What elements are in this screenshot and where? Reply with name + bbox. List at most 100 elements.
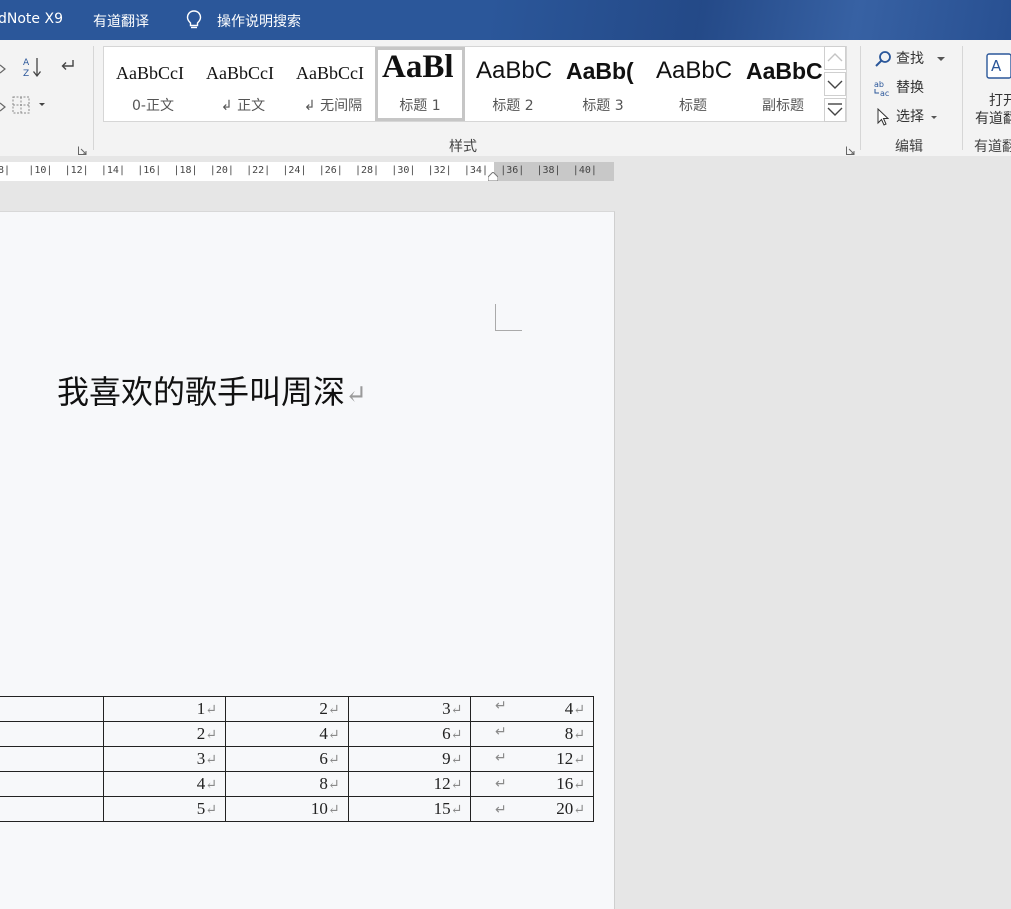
sort-icon[interactable]: A Z: [22, 55, 44, 83]
tab-youdao-translate[interactable]: 有道翻译: [93, 11, 149, 31]
svg-text:ac: ac: [880, 89, 889, 97]
style-preview: AaBbC: [746, 58, 823, 84]
table-cell[interactable]: 12↵: [470, 746, 594, 772]
table-cell[interactable]: [0, 796, 104, 822]
table-cell[interactable]: 8↵: [225, 771, 349, 797]
table-cell[interactable]: 15↵: [347, 796, 472, 822]
table-cell[interactable]: 20 ↵: [470, 796, 594, 822]
document-page[interactable]: 我喜欢的歌手叫周深↵ 1↵ 2↵ 3↵ 4↵ 2↵ 4↵ 6↵ 8↵ 3↵ 6↵ 9↵ 12↵ 4↵ 8↵…: [0, 211, 615, 909]
ribbon-separator: [860, 46, 861, 150]
indent-arrow-icon[interactable]: [0, 98, 8, 117]
end-of-row-mark-icon: ↵: [495, 724, 507, 740]
select-button[interactable]: 选择: [874, 106, 942, 126]
style-item-no-spacing[interactable]: AaBbCcI ↲ 无间隔: [288, 47, 378, 121]
table-cell[interactable]: 4↵: [225, 721, 349, 747]
table-cell[interactable]: 12↵: [347, 771, 472, 797]
table-cell[interactable]: 5↵: [102, 796, 227, 822]
table-cell[interactable]: 1↵: [102, 696, 227, 722]
style-preview: AaBbC: [476, 57, 553, 84]
ruler-tick-label: |30|: [391, 165, 416, 176]
document-title-text: 我喜欢的歌手叫周深: [57, 373, 346, 411]
cursor-arrow-icon: [877, 107, 890, 126]
ruler-tick-label: |32|: [427, 165, 452, 176]
table-cell-value: 20: [556, 799, 574, 818]
style-name: 标题: [679, 98, 707, 114]
end-of-row-mark-icon: ↵: [495, 802, 507, 818]
end-of-cell-mark-icon: ↵: [450, 728, 463, 743]
paragraph-dialog-launcher-icon[interactable]: [78, 140, 87, 155]
table-cell[interactable]: 16↵: [470, 771, 594, 797]
table-cell-value: 9: [442, 749, 451, 768]
table-cell-value: 4: [196, 774, 206, 793]
document-title[interactable]: 我喜欢的歌手叫周深↵: [57, 367, 367, 413]
style-item-normal-0[interactable]: AaBbCcI 0-正文: [108, 47, 198, 121]
show-formatting-icon[interactable]: [58, 57, 76, 79]
ruler-tick-label: |16|: [137, 165, 162, 176]
style-item-heading-1[interactable]: AaBl 标题 1: [375, 47, 465, 121]
borders-icon[interactable]: [12, 96, 48, 118]
bullet-arrow-icon[interactable]: [0, 60, 8, 79]
style-preview: AaBb(: [566, 58, 634, 84]
table-cell-value: 2: [319, 699, 328, 718]
table-cell[interactable]: 6↵: [347, 721, 472, 747]
style-item-heading-3[interactable]: AaBb( 标题 3: [558, 47, 648, 121]
ruler-tick-label: |38|: [536, 165, 561, 176]
style-item-subtitle[interactable]: AaBbC 副标题: [738, 47, 828, 121]
title-bar-decoration: [491, 0, 1011, 40]
tell-me-search[interactable]: 操作说明搜索: [217, 11, 301, 31]
table-cell[interactable]: 2↵: [102, 721, 227, 747]
search-icon: [875, 51, 891, 67]
end-of-cell-mark-icon: ↵: [327, 728, 340, 743]
editing-group-label: 编辑: [895, 139, 923, 155]
styles-dialog-launcher-icon[interactable]: [846, 140, 855, 155]
indent-marker-icon[interactable]: [487, 171, 499, 182]
table-cell[interactable]: 2↵: [225, 696, 349, 722]
ruler-tick-label: |20|: [209, 165, 234, 176]
style-name: 标题 1: [399, 98, 441, 114]
styles-gallery: AaBbCcI 0-正文 AaBbCcI ↲ 正文 AaBbCcI ↲ 无间隔 …: [103, 46, 847, 122]
horizontal-ruler[interactable]: |8| |10| |12| |14| |16| |18| |20| |22| |24| |26| |…: [0, 162, 614, 182]
gallery-up-button[interactable]: [824, 46, 846, 70]
margin-corner-mark: [495, 304, 522, 331]
ruler-tick-label: |26|: [318, 165, 343, 176]
ribbon-separator: [962, 46, 963, 150]
table-cell[interactable]: [0, 721, 104, 747]
table-cell[interactable]: 3↵: [347, 696, 472, 722]
table-cell-value: 6: [319, 749, 328, 768]
style-name: 副标题: [762, 98, 804, 114]
table-cell[interactable]: 10↵: [225, 796, 349, 822]
replace-icon: ab ac: [874, 80, 889, 98]
end-of-cell-mark-icon: ↵: [327, 803, 340, 818]
gallery-more-button[interactable]: [824, 98, 846, 122]
style-preview: AaBbCcI: [116, 63, 184, 83]
table-cell[interactable]: 6↵: [225, 746, 349, 772]
svg-text:A: A: [991, 57, 1002, 75]
end-of-cell-mark-icon: ↵: [573, 753, 585, 768]
end-of-cell-mark-icon: ↵: [205, 703, 217, 718]
table-cell-value: 6: [442, 724, 451, 743]
open-youdao-button[interactable]: A 打开 有道翻: [974, 50, 1011, 130]
style-item-title[interactable]: AaBbC 标题: [648, 47, 738, 121]
table-cell[interactable]: 3↵: [102, 746, 227, 772]
table-cell[interactable]: 4↵: [470, 696, 594, 722]
find-button[interactable]: 查找: [874, 48, 950, 68]
table-cell-value: 12: [433, 774, 451, 793]
tab-endnote[interactable]: dNote X9: [0, 11, 63, 27]
ruler-tick-label: |40|: [572, 165, 597, 176]
styles-group-label: 样式: [449, 139, 477, 155]
table-cell[interactable]: 8↵: [470, 721, 594, 747]
ruler-tick-label: |8|: [0, 165, 11, 176]
style-item-heading-2[interactable]: AaBbC 标题 2: [468, 47, 558, 121]
table-cell[interactable]: [0, 696, 104, 722]
table-cell[interactable]: [0, 746, 104, 772]
table-cell[interactable]: 9↵: [347, 746, 472, 772]
replace-button[interactable]: ab ac 替换: [874, 77, 924, 98]
end-of-row-mark-icon: ↵: [495, 698, 507, 714]
ribbon: A Z AaBbCcI 0-正文 AaBbCcI ↲ 正文 AaBbCcI ↲ …: [0, 40, 1011, 157]
table-cell[interactable]: [0, 771, 104, 797]
table-cell[interactable]: 4↵: [102, 771, 227, 797]
end-of-cell-mark-icon: ↵: [327, 778, 340, 793]
gallery-down-button[interactable]: [824, 72, 846, 96]
style-item-normal[interactable]: AaBbCcI ↲ 正文: [198, 47, 288, 121]
style-name: ↲ 正文: [220, 98, 266, 114]
